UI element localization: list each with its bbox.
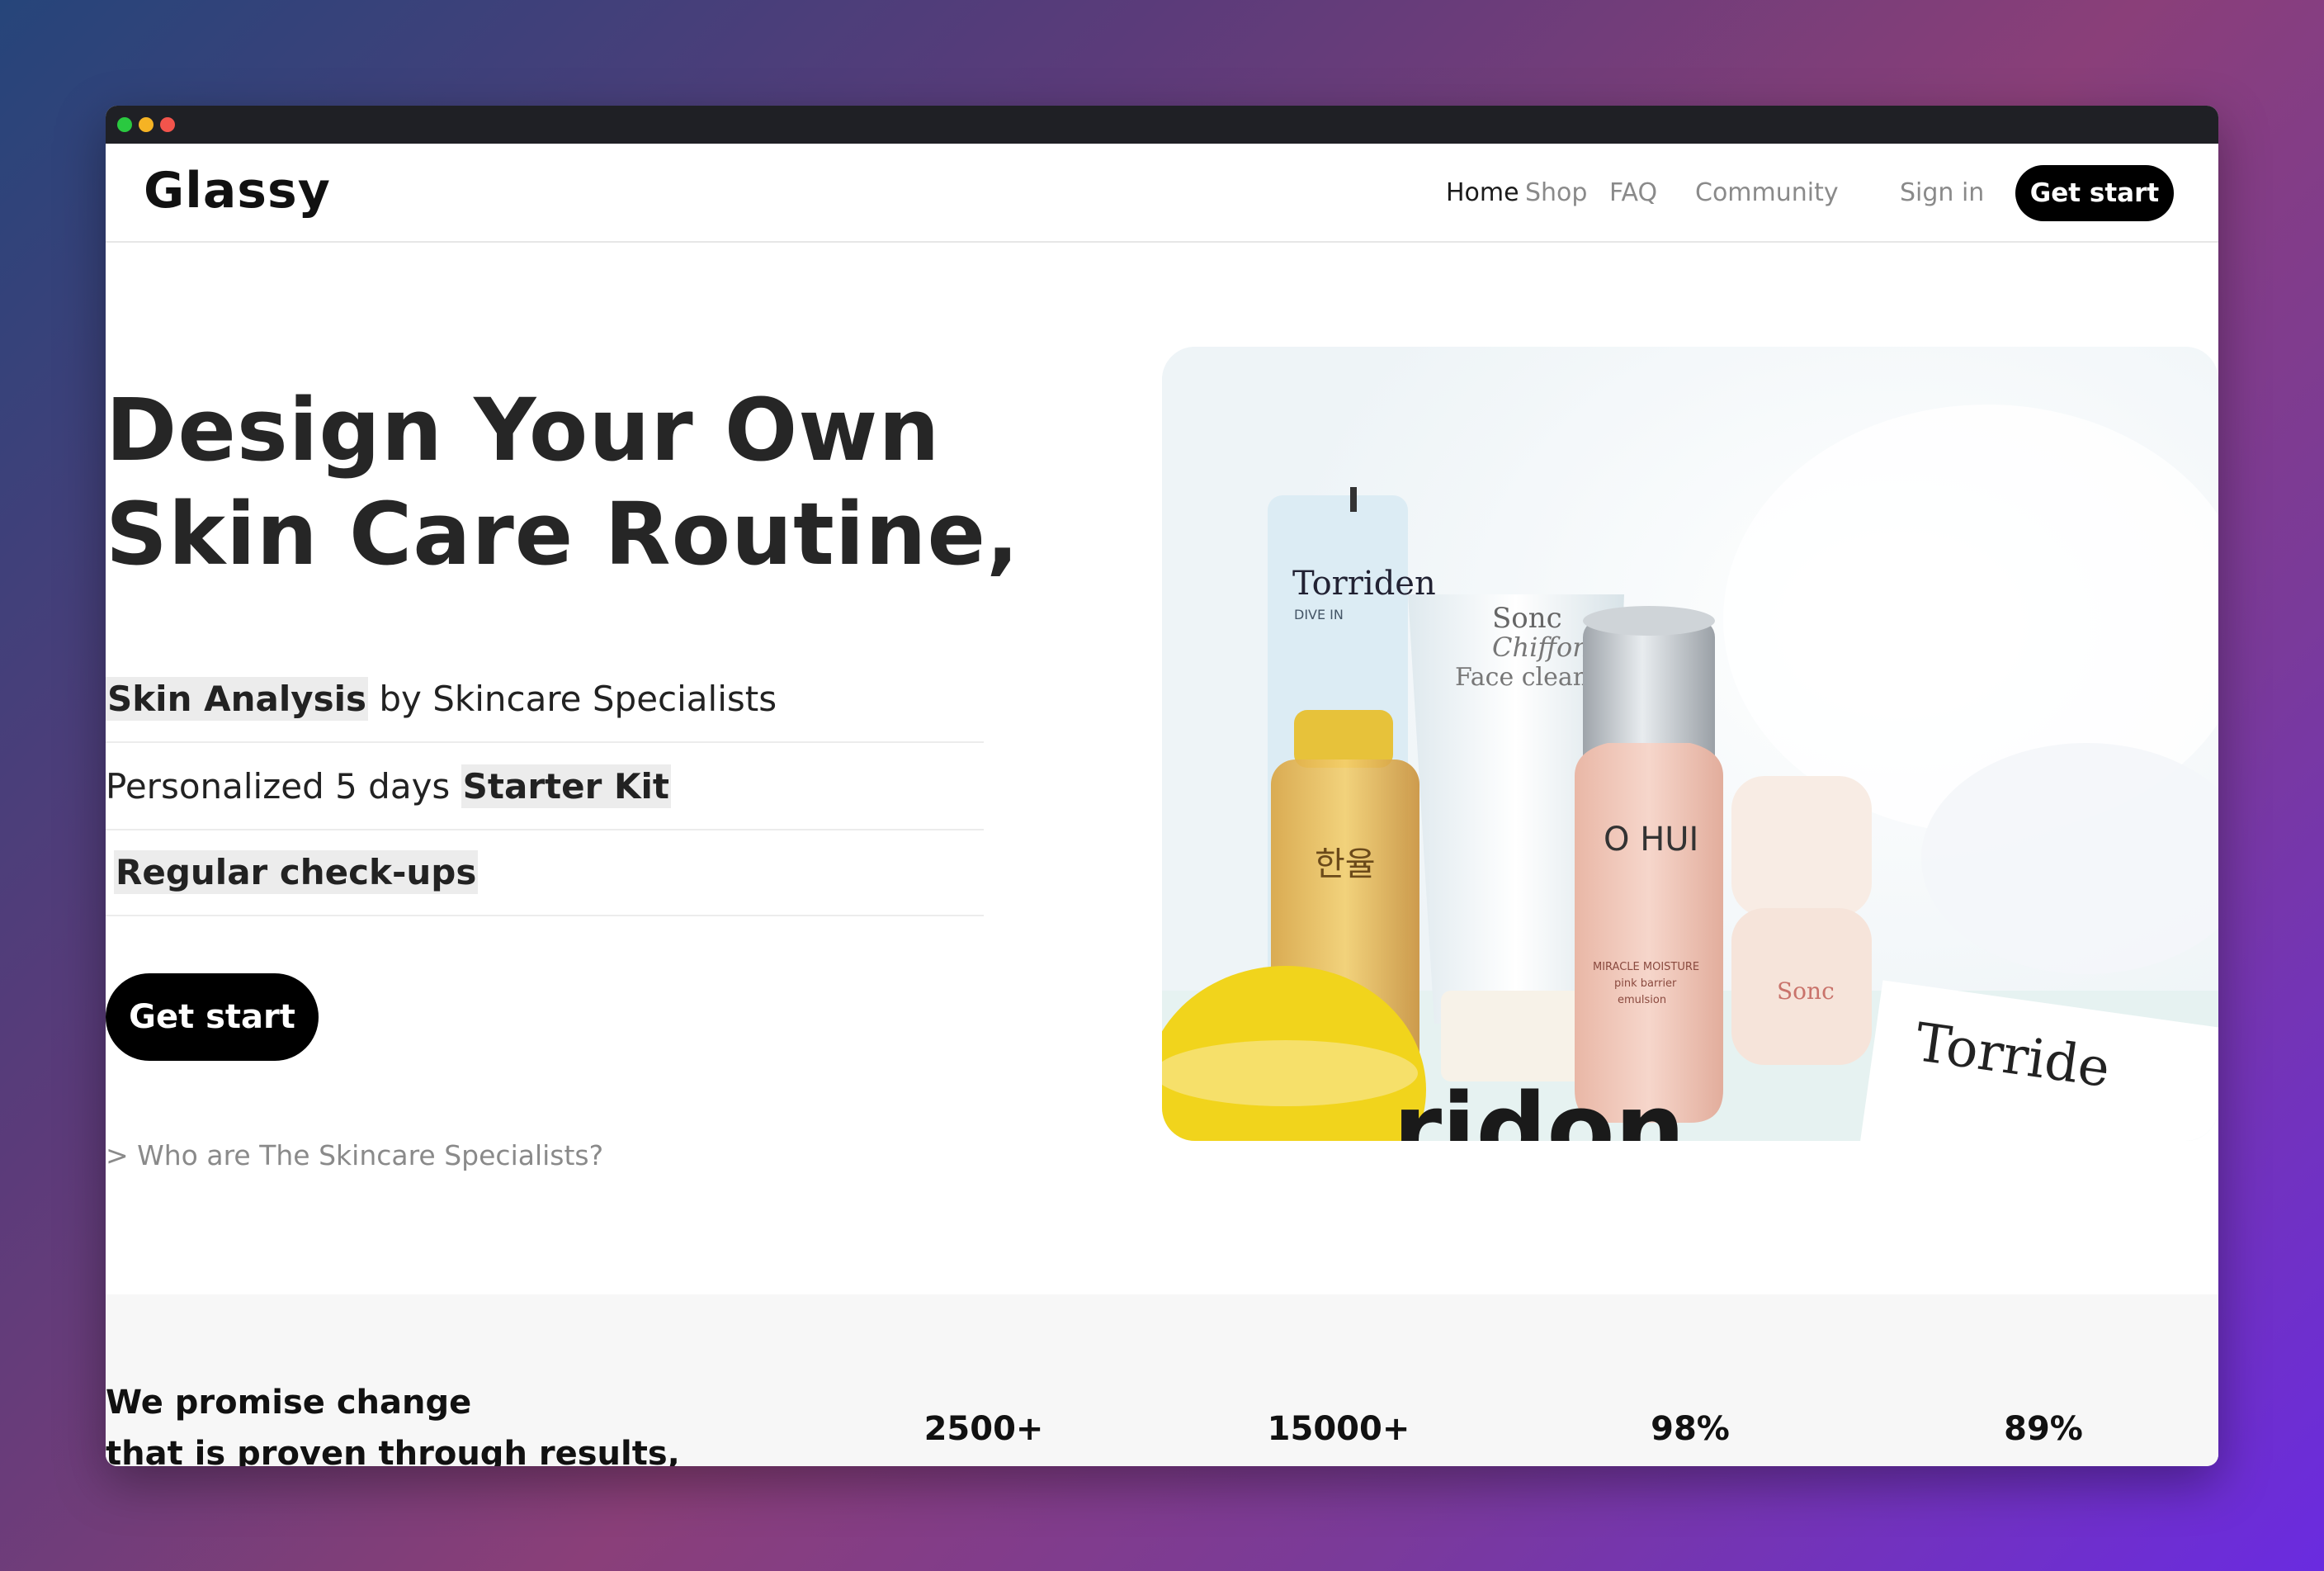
nav-link-faq[interactable]: FAQ bbox=[1609, 178, 1657, 207]
feature-text: Personalized 5 days bbox=[106, 766, 461, 807]
hero-title-line2: Skin Care Routine, bbox=[106, 484, 1020, 584]
bottle-sub1-text: MIRACLE MOISTURE bbox=[1593, 961, 1699, 973]
nav-link-community[interactable]: Community bbox=[1695, 178, 1839, 207]
feature-highlight: Regular check-ups bbox=[114, 850, 479, 894]
close-dot-icon[interactable] bbox=[160, 117, 175, 132]
window-titlebar bbox=[106, 106, 2218, 144]
site-logo[interactable]: Glassy bbox=[144, 162, 331, 220]
feature-item-check-ups: Regular check-ups bbox=[106, 850, 984, 916]
promise-heading: We promise change that is proven through… bbox=[106, 1377, 680, 1466]
feature-item-starter-kit: Personalized 5 days Starter Kit bbox=[106, 764, 984, 830]
promise-line1: We promise change bbox=[106, 1384, 472, 1422]
stat-value: 2500+ bbox=[923, 1410, 1044, 1448]
skincare-products-illustration: Torriden DIVE IN Sonc Chiffon Face clean… bbox=[1162, 347, 2218, 1141]
hero-title-line1: Design Your Own bbox=[106, 380, 941, 480]
specialists-info-link[interactable]: > Who are The Skincare Specialists? bbox=[106, 1139, 603, 1171]
hero-get-start-button[interactable]: Get start bbox=[106, 973, 319, 1061]
cleanser-line2-text: Chiffon bbox=[1492, 632, 1589, 663]
cleanser-brand-text: Sonc bbox=[1492, 602, 1562, 635]
korean-label-text: 한율 bbox=[1315, 845, 1376, 883]
stat-value: 15000+ bbox=[1267, 1410, 1410, 1448]
nav-link-shop[interactable]: Shop bbox=[1525, 178, 1587, 207]
minimize-dot-icon[interactable] bbox=[139, 117, 154, 132]
hero-product-photo: Torriden DIVE IN Sonc Chiffon Face clean… bbox=[1162, 347, 2218, 1141]
top-navbar: Glassy Home Shop FAQ Community Sign in G… bbox=[106, 144, 2218, 243]
nav-get-start-button[interactable]: Get start bbox=[2015, 165, 2174, 221]
feature-highlight: Skin Analysis bbox=[106, 677, 369, 721]
promise-line2: that is proven through results, bbox=[106, 1435, 680, 1466]
stat-value: 89% bbox=[2004, 1410, 2083, 1448]
bottom-brand-text: ridon bbox=[1393, 1073, 1685, 1141]
bottle-brand-text: O HUI bbox=[1604, 821, 1698, 859]
maximize-dot-icon[interactable] bbox=[117, 117, 132, 132]
bottle-sub3-text: emulsion bbox=[1618, 994, 1666, 1006]
hero-title: Design Your Own Skin Care Routine, bbox=[106, 378, 1020, 586]
tube-sub-text: DIVE IN bbox=[1294, 607, 1344, 622]
browser-window: Glassy Home Shop FAQ Community Sign in G… bbox=[106, 106, 2218, 1466]
feature-item-skin-analysis: Skin Analysis by Skincare Specialists bbox=[106, 677, 984, 743]
stats-section: We promise change that is proven through… bbox=[106, 1294, 2218, 1466]
nav-link-home[interactable]: Home bbox=[1446, 178, 1519, 207]
sign-in-link[interactable]: Sign in bbox=[1900, 178, 1984, 207]
feature-text: by Skincare Specialists bbox=[368, 679, 777, 719]
jar-brand-text: Sonc bbox=[1777, 977, 1835, 1005]
feature-highlight: Starter Kit bbox=[461, 764, 671, 808]
bottle-sub2-text: pink barrier bbox=[1614, 977, 1677, 990]
stat-value: 98% bbox=[1651, 1410, 1730, 1448]
